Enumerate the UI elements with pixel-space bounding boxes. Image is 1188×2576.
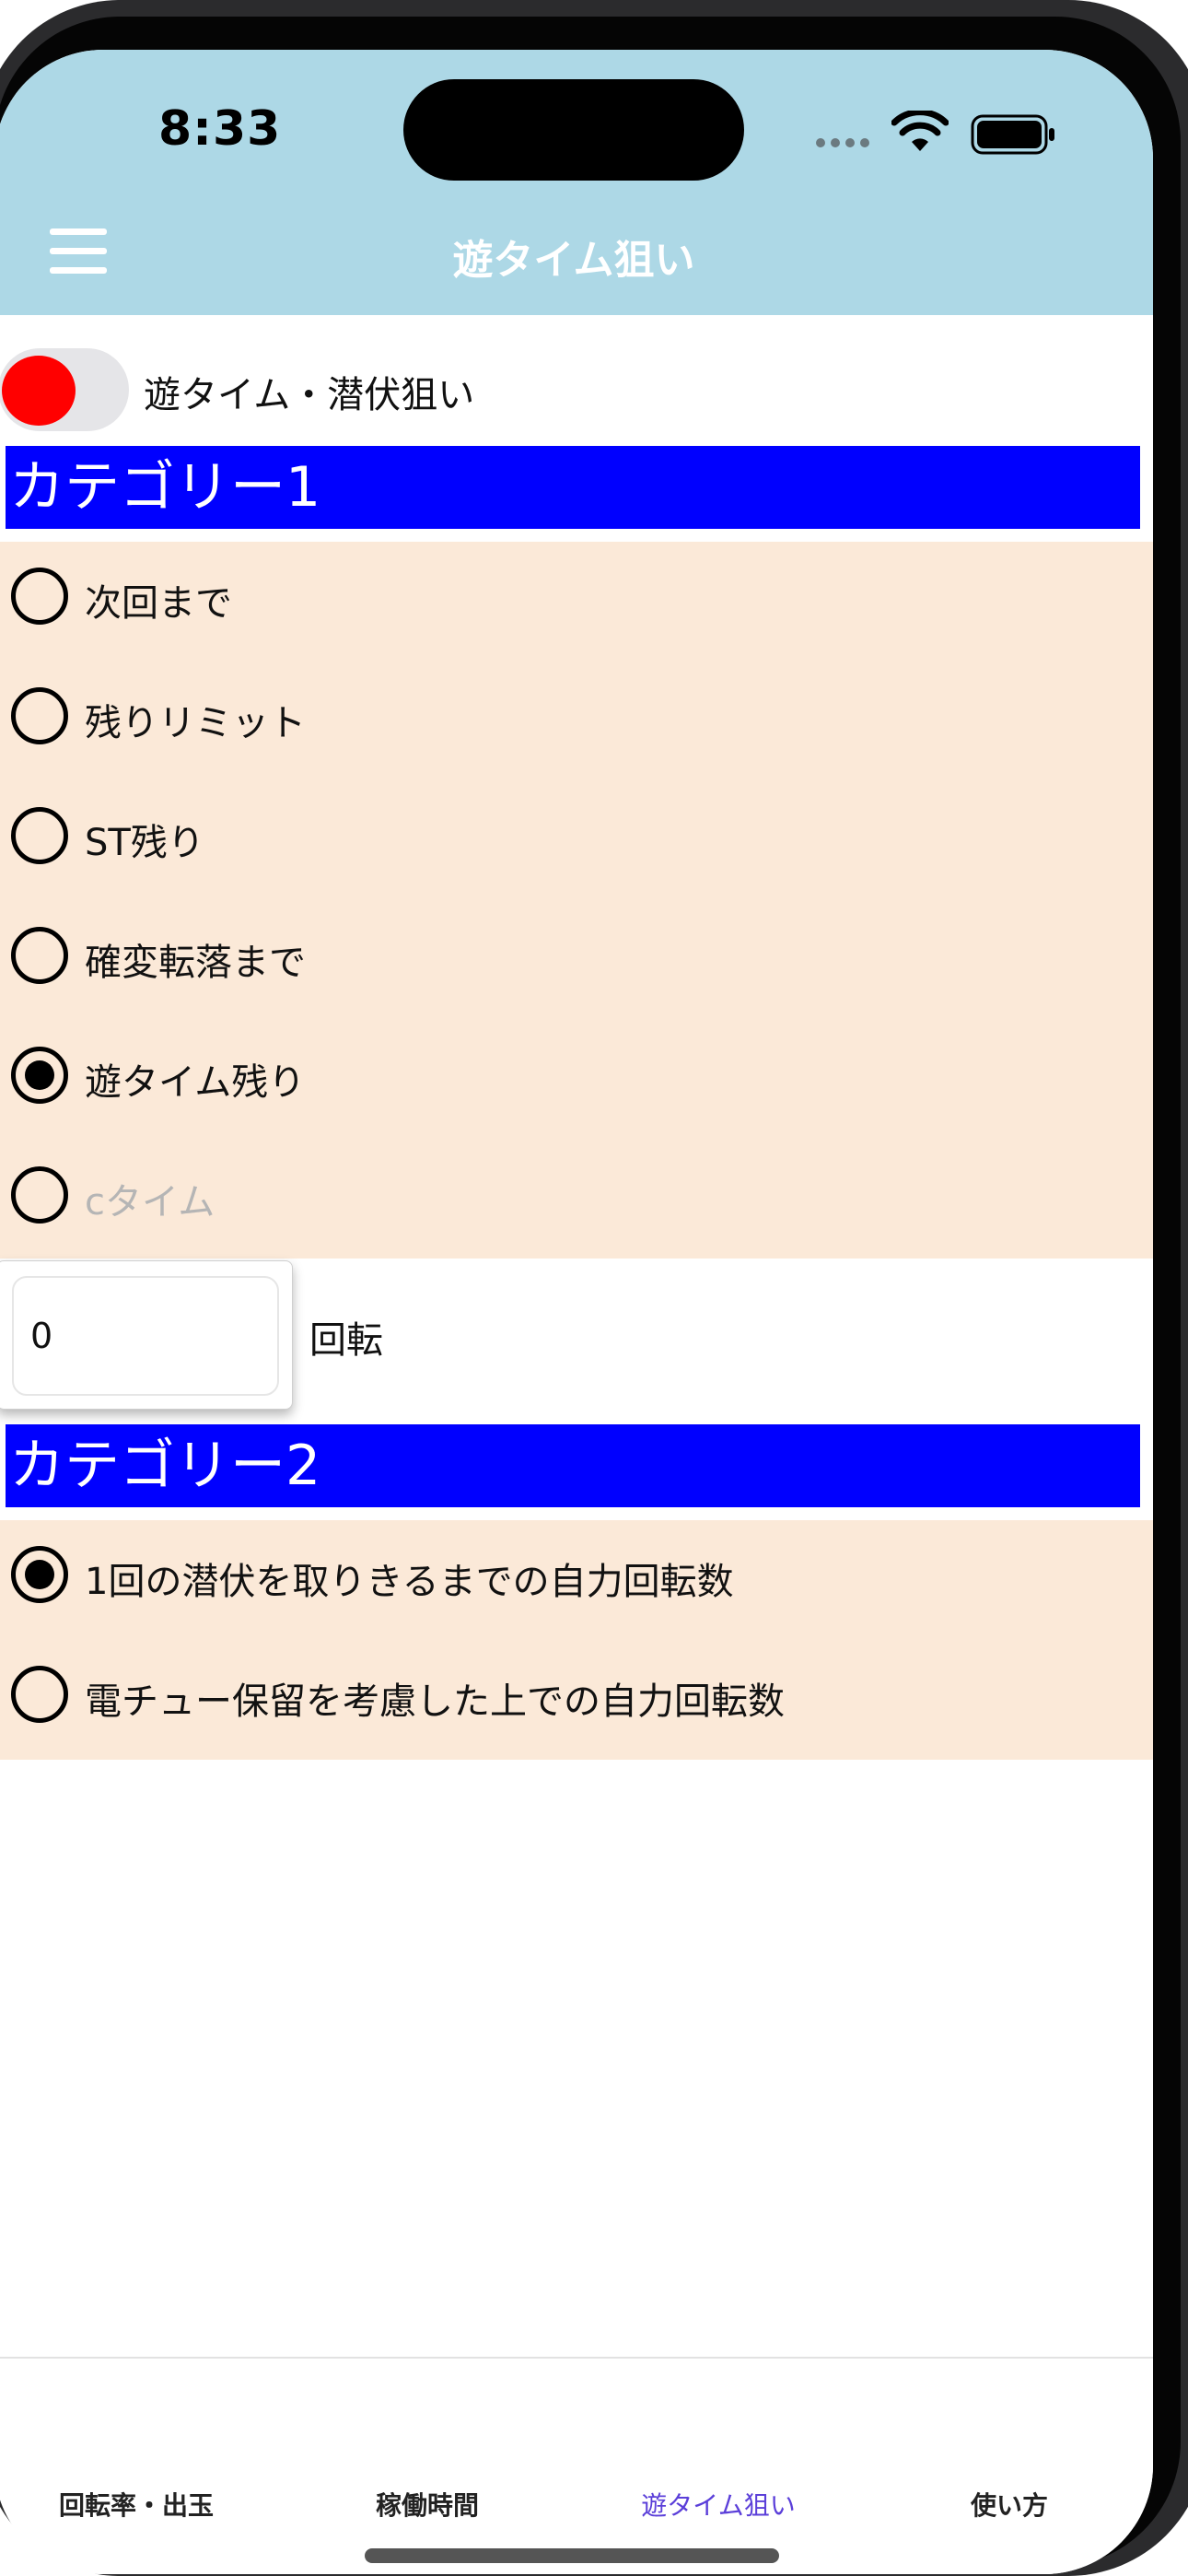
radio-label: ST残り [85,822,204,864]
tab-spin-rate[interactable]: 回転率・出玉 [0,2486,274,2523]
page-title: 遊タイム狙い [452,237,695,284]
dynamic-island [403,79,744,181]
radio-label: 電チュー保留を考慮した上での自力回転数 [85,1680,785,1723]
radio-option-latent-spins[interactable]: 1回の潜伏を取りきるまでの自力回転数 [0,1535,1153,1618]
radio-label: 次回まで [85,582,232,625]
radio-option-kakuhen-drop[interactable]: 確変転落まで [0,916,1153,999]
radio-option-next[interactable]: 次回まで [0,556,1153,639]
app-header: 8:33 遊タイム狙い [0,50,1153,315]
status-time: 8:33 [158,101,282,157]
battery-icon [971,114,1054,155]
cellular-signal-icon [816,138,869,147]
radio-button-selected[interactable] [11,1047,68,1104]
home-indicator [365,2548,779,2563]
wifi-icon [891,111,949,151]
spin-count-row: 回転 [0,1260,1153,1426]
category-2-header: カテゴリー2 [6,1424,1140,1507]
radio-button-selected[interactable] [11,1546,68,1603]
radio-button[interactable] [11,1166,68,1224]
mode-toggle-row: 遊タイム・潜伏狙い [0,348,1153,433]
tab-operating-time[interactable]: 稼働時間 [289,2486,565,2523]
radio-label: 1回の潜伏を取りきるまでの自力回転数 [85,1561,734,1603]
radio-button[interactable] [11,927,68,984]
category-2-options: 1回の潜伏を取りきるまでの自力回転数 電チュー保留を考慮した上での自力回転数 [0,1520,1153,1760]
tab-yutime[interactable]: 遊タイム狙い [580,2486,856,2523]
radio-label: 残りリミット [85,702,306,744]
radio-button[interactable] [11,807,68,864]
radio-button[interactable] [11,687,68,744]
radio-option-remaining-limit[interactable]: 残りリミット [0,676,1153,759]
spin-count-input[interactable] [12,1276,279,1396]
radio-option-c-time[interactable]: cタイム [0,1155,1153,1238]
radio-label: 確変転落まで [85,942,306,984]
screen: 8:33 遊タイム狙い 遊タイム・潜伏狙い カテゴリー1 次回まで 残りリミット… [0,50,1153,2574]
spin-count-card [0,1260,293,1410]
tab-how-to-use[interactable]: 使い方 [871,2486,1147,2523]
radio-option-st-remaining[interactable]: ST残り [0,796,1153,879]
device-bezel: 8:33 遊タイム狙い 遊タイム・潜伏狙い カテゴリー1 次回まで 残りリミット… [0,17,1181,2574]
mode-toggle-switch[interactable] [0,348,129,431]
radio-button[interactable] [11,568,68,625]
category-1-options: 次回まで 残りリミット ST残り 確変転落まで 遊タイム残り cタイム [0,542,1153,1259]
toggle-label: 遊タイム・潜伏狙い [144,374,475,416]
radio-label-disabled: cタイム [85,1181,215,1224]
radio-option-hold-spins[interactable]: 電チュー保留を考慮した上での自力回転数 [0,1655,1153,1738]
bottom-tab-bar: 回転率・出玉 稼働時間 遊タイム狙い 使い方 [0,2357,1153,2574]
radio-label: 遊タイム残り [85,1061,306,1104]
toggle-knob [2,356,76,426]
spin-count-unit: 回転 [309,1319,383,1362]
radio-option-yutime-remaining[interactable]: 遊タイム残り [0,1036,1153,1118]
radio-button[interactable] [11,1666,68,1723]
category-1-header: カテゴリー1 [6,446,1140,529]
